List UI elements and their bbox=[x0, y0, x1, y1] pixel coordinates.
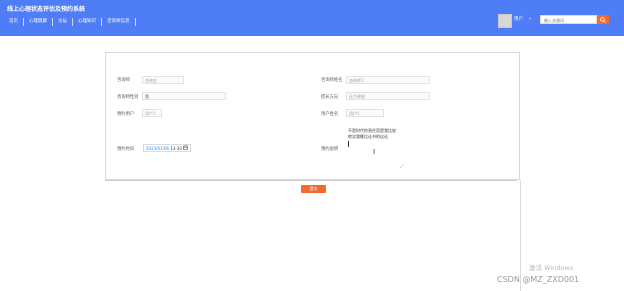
label-booking-note: 预约说明 bbox=[321, 147, 339, 152]
label-specialty: 擅长方向 bbox=[321, 95, 339, 100]
ibeam-cursor-icon: I bbox=[373, 148, 376, 156]
nav-divider bbox=[134, 18, 136, 26]
submit-button[interactable]: 提交 bbox=[301, 185, 326, 193]
nav-item-home[interactable]: 首页 bbox=[4, 18, 23, 26]
site-title: 线上心理状态评估及预约系统 bbox=[7, 6, 86, 13]
nav-item-knowledge[interactable]: 心理知识 bbox=[73, 18, 101, 26]
form-divider bbox=[105, 180, 517, 181]
search-button[interactable] bbox=[597, 15, 609, 24]
label-booking-time: 预约时间 bbox=[117, 147, 135, 152]
booking-date-value: 2023/01/06 bbox=[146, 146, 170, 151]
nav-item-mental-health[interactable]: 心理健康 bbox=[24, 18, 52, 26]
booking-note-textarea[interactable]: 不是时代的责任而是我比较 转次我撕比论书的议论 bbox=[348, 128, 418, 140]
label-user-name: 用户姓名 bbox=[321, 112, 339, 117]
label-counselor-gender: 咨询师性别 bbox=[117, 95, 139, 100]
main-nav: 首页 心理健康 论坛 心理知识 咨询师信息 bbox=[4, 18, 136, 26]
booking-user-field[interactable]: 用户1 bbox=[142, 109, 162, 117]
nav-item-counselors[interactable]: 咨询师信息 bbox=[102, 18, 135, 26]
search-icon bbox=[600, 16, 606, 23]
chevron-down-icon[interactable]: ⌄ bbox=[528, 15, 532, 21]
booking-time-value: 13:30 bbox=[170, 146, 182, 151]
nav-item-forum[interactable]: 论坛 bbox=[53, 18, 72, 26]
specialty-field[interactable]: 压力释放 bbox=[346, 92, 430, 100]
counselor-field[interactable]: 咨询名 bbox=[142, 76, 184, 84]
booking-form-card bbox=[105, 52, 520, 180]
label-counselor: 咨询师 bbox=[117, 78, 130, 83]
calendar-icon[interactable] bbox=[183, 145, 188, 150]
csdn-watermark: CSDN @MZ_ZXD001 bbox=[497, 275, 580, 284]
counselor-gender-field[interactable]: 男 bbox=[142, 92, 226, 100]
label-booking-user: 预约用户 bbox=[117, 112, 135, 117]
user-avatar[interactable] bbox=[498, 14, 512, 28]
counselor-name-field[interactable]: 咨询师1 bbox=[346, 76, 430, 84]
textarea-line: 转次我撕比论书的议论 bbox=[348, 134, 388, 139]
label-counselor-name: 咨询师姓名 bbox=[321, 78, 343, 83]
search-input[interactable]: 输入关键词 bbox=[540, 15, 597, 24]
resize-handle-icon[interactable]: ⟋ bbox=[400, 164, 404, 170]
user-name-field[interactable]: 用户1 bbox=[346, 109, 384, 117]
user-menu-label[interactable]: 用户 bbox=[514, 16, 523, 22]
top-header: 线上心理状态评估及预约系统 首页 心理健康 论坛 心理知识 咨询师信息 用户 ⌄… bbox=[0, 0, 624, 36]
activate-windows-text: 激活 Windows bbox=[529, 264, 574, 272]
text-cursor bbox=[348, 141, 349, 147]
